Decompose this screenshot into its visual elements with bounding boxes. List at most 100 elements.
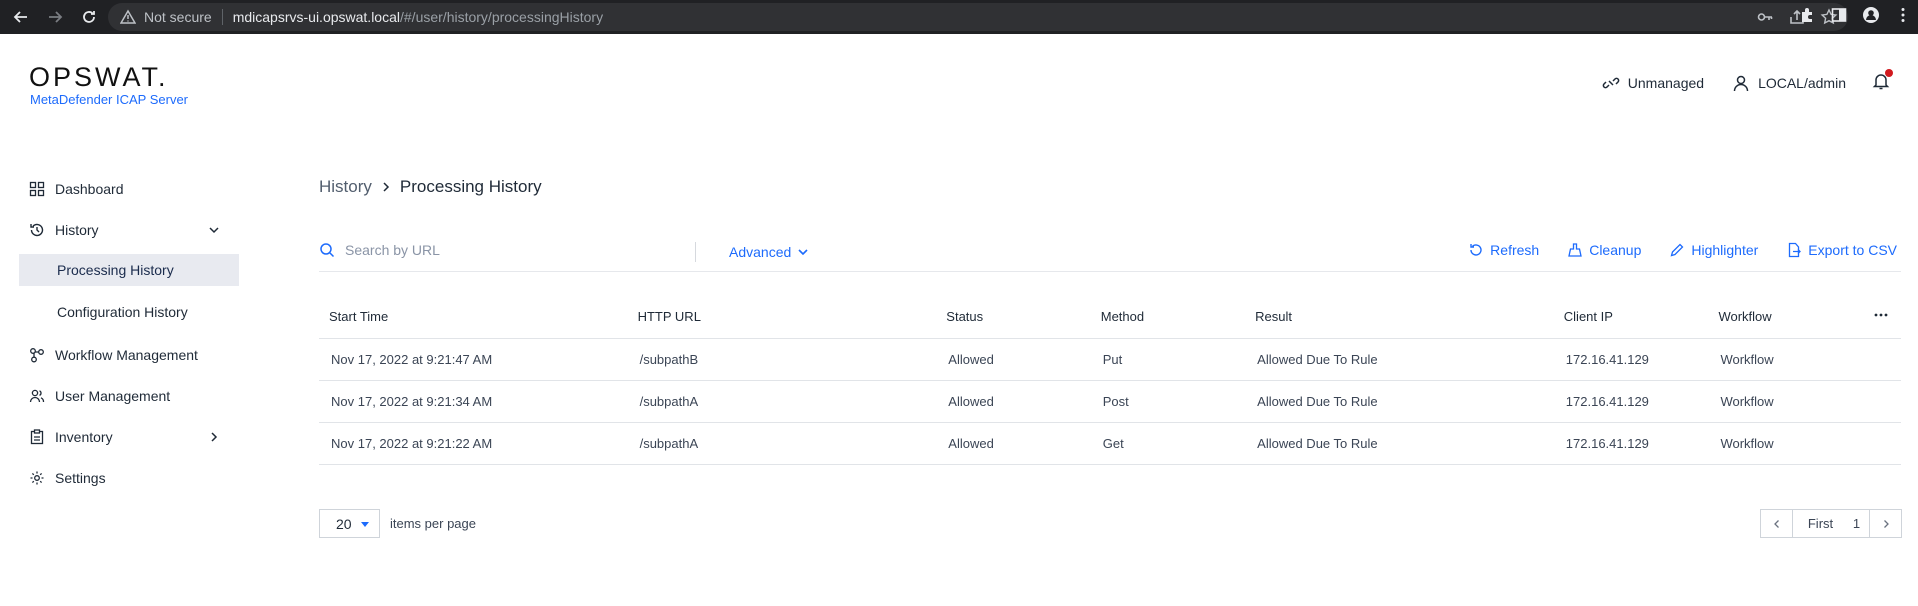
previous-page-button[interactable] xyxy=(1761,510,1792,537)
sidebar-item-label: History xyxy=(55,222,99,238)
advanced-filter-button[interactable]: Advanced xyxy=(729,244,809,260)
cell-method: Post xyxy=(1090,380,1246,423)
notifications-button[interactable] xyxy=(1872,69,1893,93)
processing-history-table: Start Time HTTP URL Status Method Result… xyxy=(319,296,1901,465)
sidebar-item-workflow-management[interactable]: Workflow Management xyxy=(19,338,239,372)
cell-workflow: Workflow xyxy=(1708,380,1863,423)
profile-icon[interactable] xyxy=(1862,6,1880,24)
unmanaged-label: Unmanaged xyxy=(1627,74,1705,91)
advanced-label: Advanced xyxy=(729,244,792,260)
cell-client-ip: 172.16.41.129 xyxy=(1553,422,1709,465)
breadcrumb: History Processing History xyxy=(319,177,542,197)
next-page-button[interactable] xyxy=(1870,510,1901,537)
chevron-down-icon xyxy=(798,249,808,256)
column-header-method[interactable]: Method xyxy=(1090,296,1246,339)
cell-workflow: Workflow xyxy=(1708,422,1863,465)
cell-empty xyxy=(1862,338,1901,381)
chevron-down-icon xyxy=(209,227,219,234)
refresh-icon xyxy=(1470,244,1482,256)
users-icon xyxy=(29,389,45,403)
extensions-icon[interactable] xyxy=(1798,6,1816,24)
sidebar-item-processing-history[interactable]: Processing History xyxy=(19,254,239,286)
cell-http-url: /subpathA xyxy=(627,422,937,465)
forward-button[interactable] xyxy=(42,4,68,30)
unmanaged-status[interactable]: Unmanaged xyxy=(1602,74,1704,92)
address-bar[interactable]: Not secure mdicapsrvs-ui.opswat.local /#… xyxy=(108,3,1848,31)
gear-icon xyxy=(30,471,44,485)
cell-empty xyxy=(1862,380,1901,423)
toolbar-actions: Refresh Cleanup Highlighter Export to CS… xyxy=(1468,242,1897,258)
side-panel-icon[interactable] xyxy=(1830,6,1848,24)
more-vertical-icon[interactable] xyxy=(1894,6,1912,24)
cell-start-time: Nov 17, 2022 at 9:21:47 AM xyxy=(319,338,628,381)
chevron-right-icon xyxy=(383,182,389,192)
column-header-start-time[interactable]: Start Time xyxy=(319,296,628,339)
sidebar-item-configuration-history[interactable]: Configuration History xyxy=(19,296,239,328)
sidebar-item-label: Dashboard xyxy=(55,181,124,197)
column-options-button[interactable] xyxy=(1862,296,1901,339)
cell-status: Allowed xyxy=(936,338,1091,381)
cleanup-button[interactable]: Cleanup xyxy=(1567,242,1641,258)
history-icon xyxy=(30,223,44,237)
product-name: MetaDefender ICAP Server xyxy=(30,92,188,107)
back-button[interactable] xyxy=(8,4,34,30)
cell-client-ip: 172.16.41.129 xyxy=(1553,380,1709,423)
breadcrumb-history-link[interactable]: History xyxy=(319,177,372,197)
sidebar-item-dashboard[interactable]: Dashboard xyxy=(19,172,239,206)
caret-down-icon xyxy=(360,521,369,527)
export-csv-button[interactable]: Export to CSV xyxy=(1786,242,1897,258)
column-header-result[interactable]: Result xyxy=(1245,296,1554,339)
chevron-left-icon xyxy=(1773,519,1779,528)
page-number-current[interactable]: 1 xyxy=(1844,510,1870,537)
address-divider xyxy=(221,9,223,25)
refresh-button[interactable]: Refresh xyxy=(1468,242,1539,258)
items-per-page-select[interactable]: 20 xyxy=(319,509,380,538)
highlighter-button[interactable]: Highlighter xyxy=(1669,242,1758,258)
cell-method: Get xyxy=(1090,422,1246,465)
first-page-button[interactable]: First xyxy=(1792,510,1844,537)
sidebar-item-user-management[interactable]: User Management xyxy=(19,379,239,413)
column-header-status[interactable]: Status xyxy=(936,296,1091,339)
cell-status: Allowed xyxy=(936,380,1091,423)
sidebar-item-history[interactable]: History xyxy=(19,213,239,247)
toolbar-divider xyxy=(695,242,696,262)
sidebar: Dashboard History Processing History Con… xyxy=(19,172,239,502)
opswat-logo[interactable]: OPSWAT. xyxy=(29,62,169,93)
key-icon[interactable] xyxy=(1756,8,1774,26)
history-toolbar: Advanced Refresh Cleanup Highlighter Exp… xyxy=(319,238,1901,272)
warning-icon xyxy=(120,9,136,24)
cell-workflow: Workflow xyxy=(1708,338,1863,381)
sidebar-item-label: Settings xyxy=(55,470,106,486)
security-label[interactable]: Not secure xyxy=(144,9,212,25)
cell-http-url: /subpathB xyxy=(627,338,937,381)
url-host: mdicapsrvs-ui.opswat.local xyxy=(232,9,400,25)
user-icon xyxy=(1733,75,1749,91)
user-menu[interactable]: LOCAL/admin xyxy=(1732,74,1846,92)
broom-icon xyxy=(1568,243,1583,257)
cell-result: Allowed Due To Rule xyxy=(1245,422,1554,465)
table-row[interactable]: Nov 17, 2022 at 9:21:47 AM /subpathB All… xyxy=(319,338,1901,381)
browser-toolbar: Not secure mdicapsrvs-ui.opswat.local /#… xyxy=(0,0,1918,34)
arrow-left-icon xyxy=(13,11,27,23)
reload-button[interactable] xyxy=(76,4,102,30)
header-actions: Unmanaged LOCAL/admin xyxy=(1602,69,1893,93)
items-per-page-label: items per page xyxy=(390,516,476,531)
dashboard-grid-icon xyxy=(29,181,45,197)
reload-icon xyxy=(83,11,95,23)
cell-status: Allowed xyxy=(936,422,1091,465)
table-header-row: Start Time HTTP URL Status Method Result… xyxy=(319,296,1901,339)
notification-badge xyxy=(1885,69,1893,77)
table-row[interactable]: Nov 17, 2022 at 9:21:34 AM /subpathA All… xyxy=(319,380,1901,423)
file-export-icon xyxy=(1789,242,1802,258)
highlighter-label: Highlighter xyxy=(1691,242,1759,258)
items-per-page-value: 20 xyxy=(336,515,352,532)
table-row[interactable]: Nov 17, 2022 at 9:21:22 AM /subpathA All… xyxy=(319,422,1901,465)
sidebar-item-inventory[interactable]: Inventory xyxy=(19,420,239,454)
column-header-http-url[interactable]: HTTP URL xyxy=(627,296,937,339)
sidebar-item-settings[interactable]: Settings xyxy=(19,461,239,495)
cell-empty xyxy=(1862,422,1901,465)
cell-result: Allowed Due To Rule xyxy=(1245,338,1554,381)
search-input[interactable] xyxy=(345,242,685,258)
column-header-workflow[interactable]: Workflow xyxy=(1708,296,1863,339)
column-header-client-ip[interactable]: Client IP xyxy=(1553,296,1709,339)
